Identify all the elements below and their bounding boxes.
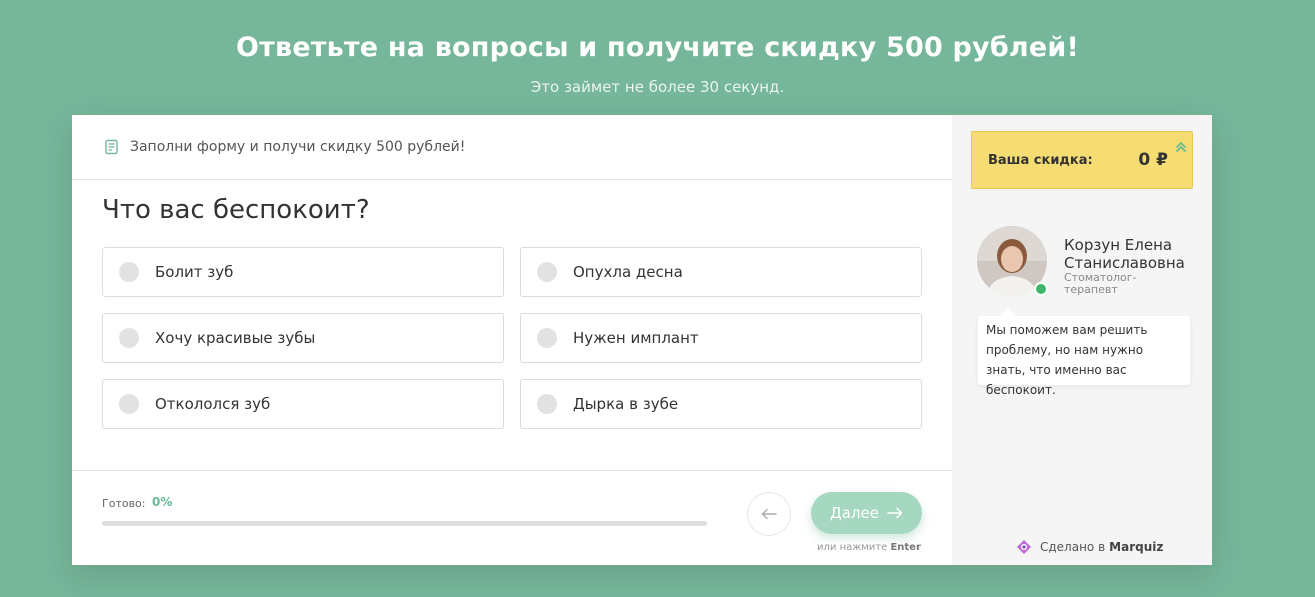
online-status-dot: [1034, 282, 1048, 296]
progress-value: 0%: [152, 495, 173, 509]
arrow-left-icon: [761, 508, 777, 520]
progress-label: Готово:: [102, 497, 146, 510]
option-6[interactable]: Дырка в зубе: [520, 379, 922, 429]
discount-value: 0 ₽: [1138, 150, 1168, 170]
enter-hint-key: Enter: [890, 542, 921, 553]
enter-hint: или нажмите Enter: [817, 542, 921, 553]
expert-message: Мы поможем вам решить проблему, но нам н…: [978, 316, 1190, 397]
option-label: Дырка в зубе: [573, 395, 679, 413]
question-title: Что вас беспокоит?: [102, 195, 370, 225]
form-header-text: Заполни форму и получи скидку 500 рублей…: [130, 139, 466, 155]
option-label: Откололся зуб: [155, 395, 271, 413]
discount-box: Ваша скидка: 0 ₽: [971, 131, 1193, 189]
option-label: Хочу красивые зубы: [155, 329, 316, 347]
form-list-icon: [105, 139, 118, 155]
hero-title: Ответьте на вопросы и получите скидку 50…: [235, 32, 1080, 63]
quiz-card: Заполни форму и получи скидку 500 рублей…: [72, 115, 1212, 565]
radio-button[interactable]: [119, 262, 139, 282]
arrow-right-icon: [887, 507, 903, 519]
form-header: Заполни форму и получи скидку 500 рублей…: [72, 115, 952, 180]
quiz-main: Заполни форму и получи скидку 500 рублей…: [72, 115, 952, 565]
option-2[interactable]: Опухла десна: [520, 247, 922, 297]
option-1[interactable]: Болит зуб: [102, 247, 504, 297]
made-in-prefix: Сделано в: [1040, 540, 1106, 554]
option-label: Нужен имплант: [573, 329, 699, 347]
quiz-footer: Готово: 0% Далее или нажмите Enter: [72, 470, 952, 565]
discount-label: Ваша скидка:: [988, 153, 1093, 168]
made-in-brand: Marquiz: [1109, 540, 1164, 554]
radio-button[interactable]: [537, 394, 557, 414]
radio-button[interactable]: [119, 394, 139, 414]
answer-options: Болит зуб Опухла десна Хочу красивые зуб…: [102, 247, 922, 429]
option-label: Болит зуб: [155, 263, 234, 281]
expert-name: Корзун Елена Станиславовна: [1064, 236, 1185, 272]
option-4[interactable]: Нужен имплант: [520, 313, 922, 363]
radio-button[interactable]: [537, 262, 557, 282]
marquiz-logo-icon: [1017, 540, 1031, 554]
option-5[interactable]: Откололся зуб: [102, 379, 504, 429]
hero-subtitle: Это займет не более 30 секунд.: [530, 78, 785, 96]
double-chevron-up-icon: [1176, 142, 1186, 152]
expert-role: Стоматолог-терапевт: [1064, 271, 1137, 296]
made-in-marquiz-link[interactable]: Сделано в Marquiz: [1016, 539, 1163, 555]
next-button[interactable]: Далее: [811, 492, 922, 534]
back-button[interactable]: [747, 492, 791, 536]
quiz-sidebar: Ваша скидка: 0 ₽ Корзун Елена Станиславо…: [952, 115, 1212, 565]
option-3[interactable]: Хочу красивые зубы: [102, 313, 504, 363]
radio-button[interactable]: [537, 328, 557, 348]
next-button-label: Далее: [830, 504, 879, 522]
radio-button[interactable]: [119, 328, 139, 348]
progress-bar: [102, 521, 707, 526]
enter-hint-prefix: или нажмите: [817, 542, 888, 553]
option-label: Опухла десна: [573, 263, 683, 281]
